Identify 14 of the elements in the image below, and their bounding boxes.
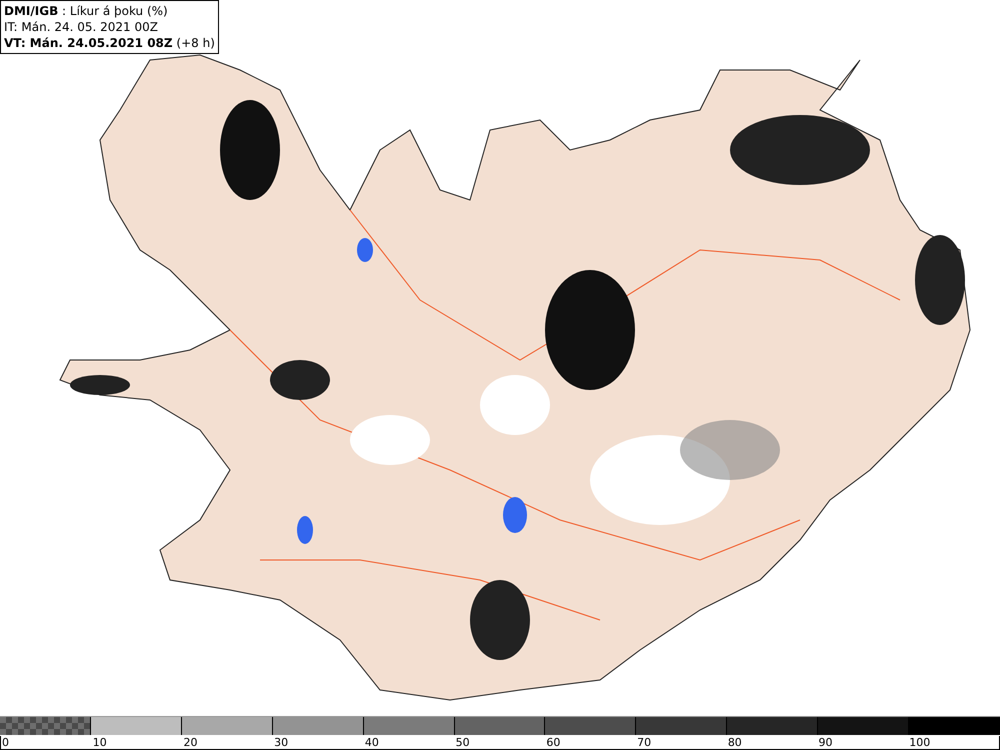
scale-label: 40 <box>364 736 379 749</box>
scale-label: 60 <box>545 736 560 749</box>
map-title-line: VT: Mán. 24.05.2021 08Z (+8 h) <box>4 35 215 51</box>
map-title-line: IT: Mán. 24. 05. 2021 00Z <box>4 19 159 35</box>
scale-label: 90 <box>818 736 833 749</box>
scale-label: 50 <box>454 736 470 749</box>
scale-label: 70 <box>636 736 652 749</box>
scale-label: 80 <box>726 736 742 749</box>
scale-label: 100 <box>908 736 930 749</box>
scale-label: 20 <box>182 736 198 749</box>
scale-label: 30 <box>273 736 288 749</box>
scale-label: 0 <box>1 736 9 749</box>
scale-label: 10 <box>92 736 107 749</box>
map-title-line: DMI/IGB : Líkur á þoku (%) <box>4 3 169 19</box>
